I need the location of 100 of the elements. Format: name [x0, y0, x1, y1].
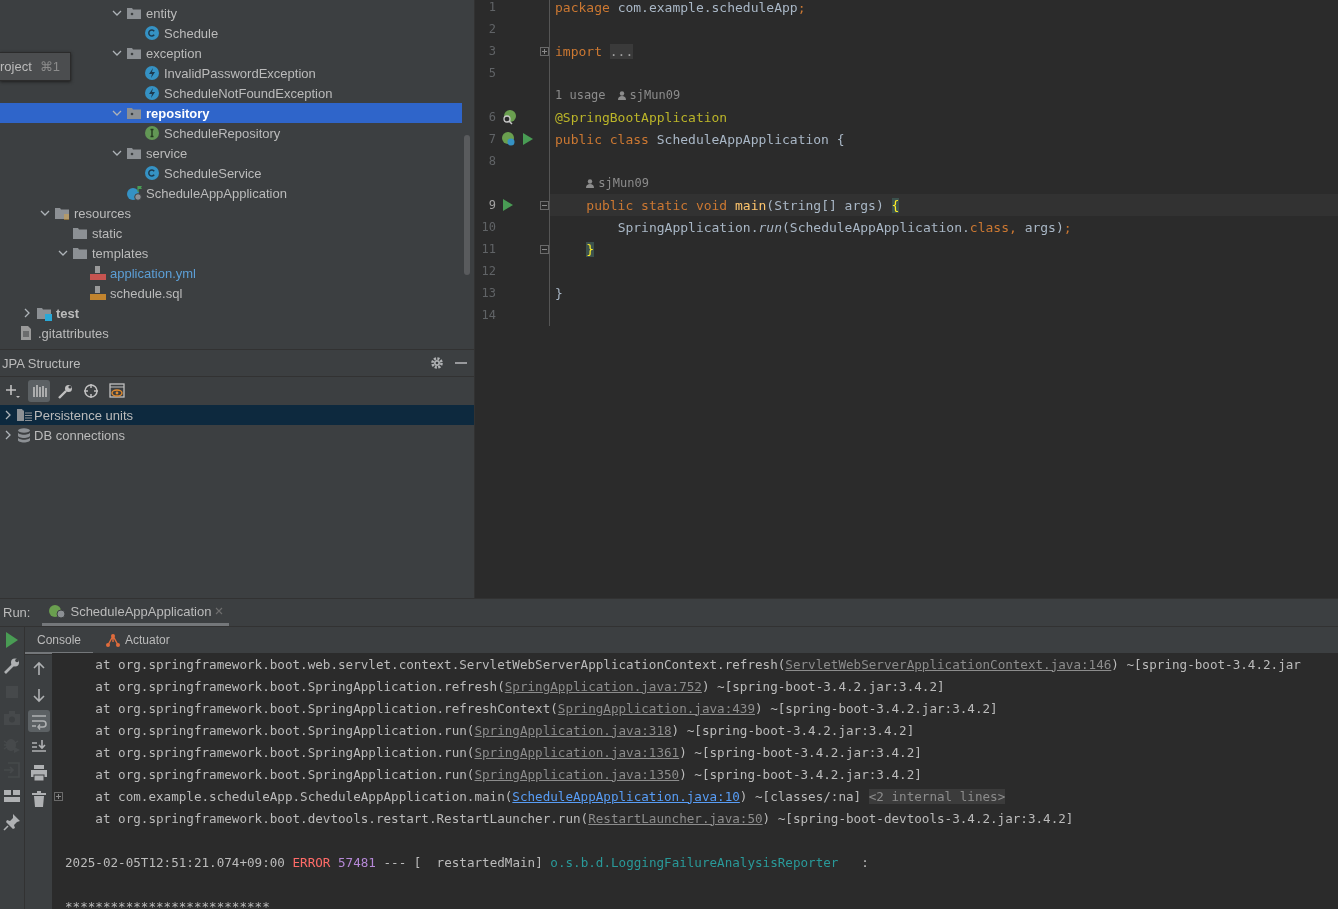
line-number: 8 — [487, 154, 496, 168]
tree-item[interactable]: application.yml — [0, 263, 462, 283]
tree-item[interactable]: resources — [0, 203, 462, 223]
add-icon — [4, 382, 22, 400]
code-line: import ... — [555, 43, 634, 59]
tree-item[interactable]: ScheduleNotFoundException — [0, 83, 462, 103]
columns-icon — [30, 382, 48, 400]
tree-item[interactable]: entity — [0, 3, 462, 23]
usages-hint[interactable]: 1 usage — [555, 88, 606, 102]
code-line: package com.example.scheduleApp; — [555, 0, 806, 15]
tree-item[interactable]: templates — [0, 243, 462, 263]
scrollbar[interactable] — [464, 135, 470, 275]
source-link[interactable]: ServletWebServerApplicationContext.java:146 — [785, 656, 1112, 672]
fold-expand-icon[interactable] — [54, 791, 63, 801]
source-link[interactable]: SpringApplication.java:752 — [504, 678, 702, 694]
line-number: 12 — [480, 264, 496, 278]
line-number: 14 — [480, 308, 496, 322]
tree-item[interactable]: static — [0, 223, 462, 243]
package-folder-icon — [126, 5, 142, 21]
nodes-icon — [105, 631, 122, 648]
lightning-icon — [144, 85, 160, 101]
class-icon — [144, 165, 160, 181]
author-name: sjMun09 — [629, 88, 681, 102]
console-line: at org.springframework.boot.SpringApplication.run(SpringApplication.java:1350) ~[spring-boot-3.4.2.jar:3.4.2] — [94, 766, 922, 782]
fold-expand-icon[interactable] — [540, 46, 549, 56]
class-icon — [144, 25, 160, 41]
spring-run-icon — [48, 603, 67, 619]
resources-folder-icon — [54, 205, 70, 221]
tree-item[interactable]: repository — [0, 103, 462, 123]
author-name: sjMun09 — [598, 176, 649, 190]
fold-collapse-icon[interactable] — [540, 244, 549, 254]
code-line: } — [555, 285, 563, 301]
console-line: 2025-02-05T12:51:21.074+09:00 ERROR 57481 --- [ restartedMain] o.s.b.d.LoggingFailureAnalysisReporter : — [65, 854, 869, 870]
crosshair-icon — [82, 382, 100, 400]
tree-item[interactable]: DB connections — [0, 425, 474, 445]
code-line: public static void main(String[] args) { — [585, 197, 900, 213]
line-number: 1 — [487, 0, 496, 14]
bean-search-icon[interactable] — [501, 109, 517, 125]
tree-item[interactable]: ScheduleRepository — [0, 123, 462, 143]
run-tab[interactable]: ScheduleAppApplication — [42, 599, 230, 626]
tree-item[interactable]: .gitattributes — [0, 323, 462, 343]
line-number: 7 — [487, 132, 496, 146]
person-icon — [617, 90, 626, 100]
sql-file-icon — [90, 285, 106, 301]
yml-file-icon — [90, 265, 106, 281]
tree-item[interactable]: ScheduleService — [0, 163, 462, 183]
console-line: at org.springframework.boot.SpringApplication.run(SpringApplication.java:318) ~[spring-boot-3.4.2.jar:3.4.2] — [94, 722, 915, 738]
spring-app-icon — [126, 185, 142, 201]
folded-lines[interactable]: <2 internal lines> — [868, 788, 1006, 804]
bean-icon[interactable] — [501, 131, 517, 147]
line-number: 6 — [487, 110, 496, 124]
console-line: at com.example.scheduleApp.ScheduleAppApplication.main(ScheduleAppApplication.java:10) ~[classes/:na] <2 internal lines> — [94, 788, 1006, 804]
tree-item[interactable]: Schedule — [0, 23, 462, 43]
run-icon[interactable] — [501, 197, 513, 213]
console-line: at org.springframework.boot.SpringApplication.refreshContext(SpringApplication.java:439) ~[spring-boot-3.4.2.jar:3.4.2] — [94, 700, 998, 716]
list-folder-icon — [16, 407, 32, 423]
line-number: 13 — [480, 286, 496, 300]
source-link[interactable]: SpringApplication.java:439 — [557, 700, 755, 716]
package-folder-icon — [126, 105, 142, 121]
toolbar-button[interactable] — [28, 380, 50, 402]
person-icon — [586, 178, 595, 188]
source-link[interactable]: SpringApplication.java:1350 — [474, 766, 680, 782]
text-file-icon — [18, 325, 34, 341]
tab[interactable]: Actuator — [93, 627, 182, 654]
lightning-icon — [144, 65, 160, 81]
code-line: public class ScheduleAppApplication { — [555, 131, 845, 147]
line-number: 9 — [487, 198, 496, 212]
console-line: at org.springframework.boot.devtools.restart.RestartLauncher.run(RestartLauncher.java:50) ~[spring-boot-devtools-3.4.2.jar:3.4.2] — [94, 810, 1074, 826]
fold-collapse-icon[interactable] — [540, 200, 549, 210]
line-number: 5 — [487, 66, 496, 80]
code-line: @SpringBootApplication — [555, 109, 728, 125]
interface-icon — [144, 125, 160, 141]
printer-icon — [28, 763, 49, 783]
tool-button[interactable] — [2, 812, 22, 832]
tool-button[interactable] — [27, 710, 50, 732]
package-folder-icon — [126, 145, 142, 161]
tree-item[interactable]: schedule.sql — [0, 283, 462, 303]
source-link[interactable]: ScheduleAppApplication.java:10 — [512, 788, 740, 804]
tool-button[interactable] — [2, 656, 22, 676]
pin-icon — [2, 812, 22, 832]
tree-item[interactable]: Persistence units — [0, 405, 474, 425]
settings-icon[interactable] — [430, 356, 444, 370]
folded-code[interactable]: ... — [609, 43, 634, 59]
tree-item[interactable]: ScheduleAppApplication — [0, 183, 462, 203]
author-hint[interactable]: sjMun09 — [586, 176, 649, 190]
eye-window-icon — [108, 382, 126, 400]
console-line: at org.springframework.boot.web.servlet.context.ServletWebServerApplicationContext.refresh(ServletWebServerApplicationContext.java:146) ~[spring-boot-3.4.2.jar — [94, 656, 1301, 672]
tree-item[interactable]: service — [0, 143, 462, 163]
line-number: 3 — [487, 44, 496, 58]
panel-label: Run: — [3, 605, 31, 620]
source-link[interactable]: SpringApplication.java:1361 — [474, 744, 680, 760]
console-line: at org.springframework.boot.SpringApplication.run(SpringApplication.java:1361) ~[spring-boot-3.4.2.jar:3.4.2] — [94, 744, 922, 760]
run-icon[interactable] — [521, 131, 533, 147]
line-number: 2 — [487, 22, 496, 36]
wrench-icon — [56, 382, 74, 400]
tree-item[interactable]: test — [0, 303, 462, 323]
author-hint[interactable]: sjMun09 — [617, 88, 681, 102]
source-link[interactable]: RestartLauncher.java:50 — [588, 810, 763, 826]
source-link[interactable]: SpringApplication.java:318 — [474, 722, 672, 738]
database-icon — [16, 427, 32, 443]
